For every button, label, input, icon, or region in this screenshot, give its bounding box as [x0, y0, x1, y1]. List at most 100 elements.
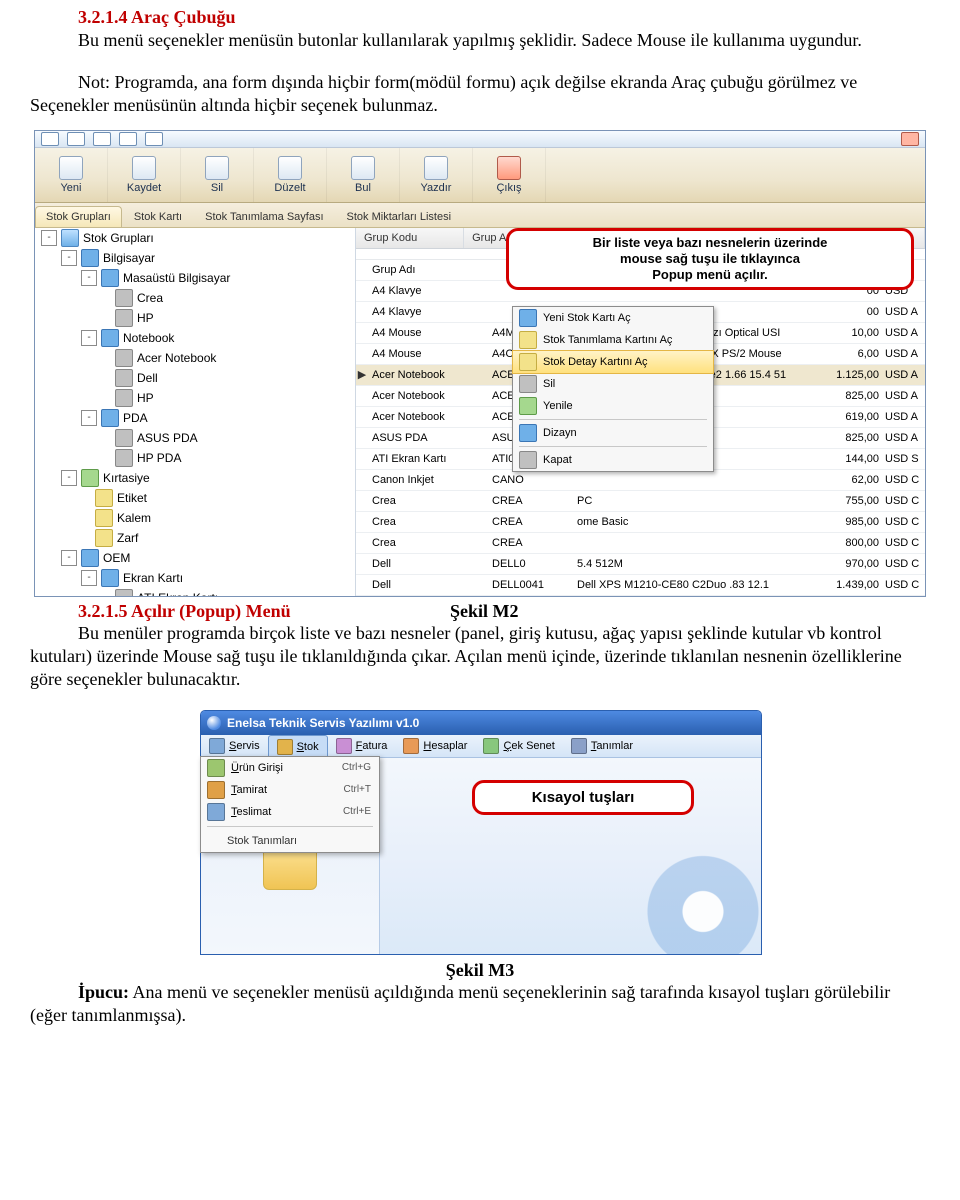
dropdown-item-label: Teslimat: [231, 806, 335, 818]
dropdown-item[interactable]: TamiratCtrl+T: [201, 779, 379, 801]
context-menu-item[interactable]: Stok Detay Kartını Aç: [512, 350, 714, 374]
qa-icon[interactable]: [145, 132, 163, 146]
menubar-item[interactable]: Hesaplar: [395, 735, 475, 757]
context-menu-item[interactable]: Stok Tanımlama Kartını Aç: [513, 329, 713, 351]
tab[interactable]: Stok Tanımlama Sayfası: [194, 206, 334, 227]
toolbar-btn-düzelt[interactable]: Düzelt: [254, 148, 327, 202]
tree-label: Zarf: [117, 531, 138, 545]
expander-icon[interactable]: -: [61, 470, 77, 486]
tab[interactable]: Stok Miktarları Listesi: [336, 206, 463, 227]
table-row[interactable]: Canon InkjetCANO62,00USD C: [356, 470, 925, 491]
dropdown-menu[interactable]: Ürün GirişiCtrl+GTamiratCtrl+TTeslimatCt…: [200, 756, 380, 853]
toolbar-btn-çıkış[interactable]: Çıkış: [473, 148, 546, 202]
menubar-label: Hesaplar: [423, 740, 467, 752]
tree-node[interactable]: -OEM: [35, 548, 355, 568]
expander-icon[interactable]: -: [61, 550, 77, 566]
tree-label: Kalem: [117, 511, 151, 525]
tree-label: HP: [137, 311, 154, 325]
dropdown-item[interactable]: Ürün GirişiCtrl+G: [201, 757, 379, 779]
tree-node[interactable]: HP: [35, 388, 355, 408]
tree-icon: [101, 409, 119, 427]
figure-m2: YeniKaydetSilDüzeltBulYazdırÇıkış Stok G…: [34, 130, 926, 597]
tree-node[interactable]: - Ekran Kartı: [35, 568, 355, 588]
table-row[interactable]: DellDELL05.4 512M970,00USD C: [356, 554, 925, 575]
menubar-item[interactable]: Çek Senet: [475, 735, 562, 757]
tree-icon: [81, 549, 99, 567]
qa-icon[interactable]: [901, 132, 919, 146]
brand-swirl-icon: [601, 840, 762, 955]
tree-node[interactable]: -Stok Grupları: [35, 228, 355, 248]
tree-node[interactable]: ATI Ekran Kartı: [35, 588, 355, 596]
menubar[interactable]: ServisStokFatura Hesaplar Çek SenetTanımla…: [201, 735, 761, 758]
tree-node[interactable]: HP PDA: [35, 448, 355, 468]
toolbar-btn-bul[interactable]: Bul: [327, 148, 400, 202]
tree-node[interactable]: - Kırtasiye: [35, 468, 355, 488]
table-row[interactable]: CreaCREAPC755,00USD C: [356, 491, 925, 512]
expander-icon[interactable]: -: [81, 330, 97, 346]
menubar-item[interactable]: Tanımlar: [563, 735, 641, 757]
tree-node[interactable]: Dell: [35, 368, 355, 388]
qa-icon[interactable]: [93, 132, 111, 146]
table-row[interactable]: CreaCREAome Basic985,00USD C: [356, 512, 925, 533]
expander-icon[interactable]: -: [81, 570, 97, 586]
menubar-item[interactable]: Stok: [268, 735, 328, 758]
expander-icon[interactable]: -: [81, 410, 97, 426]
tree-label: ASUS PDA: [137, 431, 198, 445]
tree-node[interactable]: ASUS PDA: [35, 428, 355, 448]
dropdown-item[interactable]: TeslimatCtrl+E: [201, 801, 379, 823]
qa-icon[interactable]: [41, 132, 59, 146]
app-icon: [207, 716, 221, 730]
context-menu-item[interactable]: Yenile: [513, 395, 713, 417]
tree-icon: [115, 389, 133, 407]
toolbar-icon: [59, 156, 83, 180]
expander-icon[interactable]: -: [41, 230, 57, 246]
tree-label: Ekran Kartı: [123, 571, 183, 585]
column-header[interactable]: Grup Kodu: [356, 228, 464, 248]
tree-node[interactable]: Etiket: [35, 488, 355, 508]
menubar-item[interactable]: Fatura: [328, 735, 396, 757]
expander-icon[interactable]: -: [81, 270, 97, 286]
tree-node[interactable]: Acer Notebook: [35, 348, 355, 368]
tree-node[interactable]: -PDA: [35, 408, 355, 428]
toolbar-icon: [132, 156, 156, 180]
menu-item-label: Stok Tanımlama Kartını Aç: [543, 334, 672, 346]
tree-node[interactable]: Kalem: [35, 508, 355, 528]
callout-shortcut-keys: Kısayol tuşları: [472, 780, 694, 815]
tree-icon: [115, 289, 133, 307]
tree-node[interactable]: HP: [35, 308, 355, 328]
expander-icon[interactable]: -: [61, 250, 77, 266]
caption-m2: Şekil M2: [450, 601, 519, 622]
toolbar-btn-kaydet[interactable]: Kaydet: [108, 148, 181, 202]
tabstrip: Stok GruplarıStok KartıStok Tanımlama Sa…: [35, 203, 925, 228]
toolbar-btn-sil[interactable]: Sil: [181, 148, 254, 202]
tree-node[interactable]: -Bilgisayar: [35, 248, 355, 268]
tree-label: Kırtasiye: [103, 471, 150, 485]
tree-view[interactable]: -Stok Grupları-Bilgisayar-Masaüstü Bilgi…: [35, 228, 356, 596]
menu-item-label: Dizayn: [543, 427, 577, 439]
tab[interactable]: Stok Grupları: [35, 206, 122, 227]
tree-node[interactable]: -Notebook: [35, 328, 355, 348]
dropdown-item-icon: [207, 759, 225, 777]
context-menu-item[interactable]: Sil: [513, 373, 713, 395]
context-menu-item[interactable]: Kapat: [513, 449, 713, 471]
context-menu-item[interactable]: Dizayn: [513, 422, 713, 444]
toolbar-btn-yazdır[interactable]: Yazdır: [400, 148, 473, 202]
table-row[interactable]: DellDELL0041Dell XPS M1210-CE80 C2Duo .8…: [356, 575, 925, 596]
tree-node[interactable]: -Masaüstü Bilgisayar: [35, 268, 355, 288]
context-menu-item[interactable]: Yeni Stok Kartı Aç: [513, 307, 713, 329]
data-grid[interactable]: Grup KoduGrup AdıKoduAdi Grup AdıA4 Klav…: [356, 228, 925, 596]
toolbar-btn-yeni[interactable]: Yeni: [35, 148, 108, 202]
tab[interactable]: Stok Kartı: [123, 206, 193, 227]
table-row[interactable]: CreaCREA800,00USD C: [356, 533, 925, 554]
tree-icon: [115, 429, 133, 447]
tree-node[interactable]: Zarf: [35, 528, 355, 548]
tree-label: HP: [137, 391, 154, 405]
tree-node[interactable]: Crea: [35, 288, 355, 308]
menubar-item[interactable]: Servis: [201, 735, 268, 757]
toolbar-label: Yeni: [60, 182, 81, 194]
context-menu[interactable]: Yeni Stok Kartı Aç Stok Tanımlama Kartını…: [512, 306, 714, 472]
qa-icon[interactable]: [119, 132, 137, 146]
tree-icon: [95, 509, 113, 527]
tree-icon: [101, 269, 119, 287]
qa-icon[interactable]: [67, 132, 85, 146]
